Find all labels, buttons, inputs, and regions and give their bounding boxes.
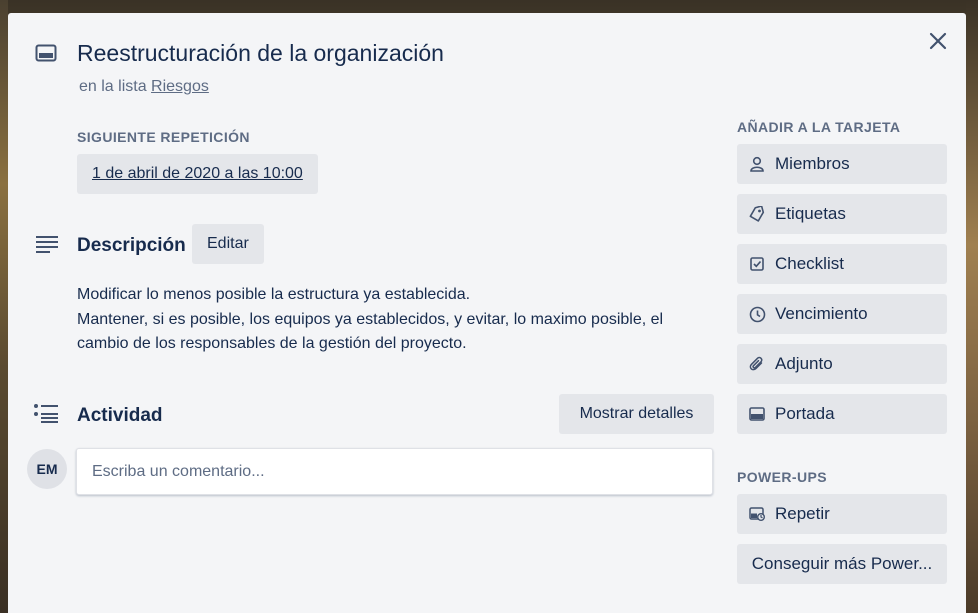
card-icon	[35, 44, 57, 62]
next-repeat-label: SIGUIENTE REPETICIÓN	[77, 129, 250, 145]
background-right	[966, 0, 978, 613]
person-icon	[737, 144, 777, 184]
description-line: Mantener, si es posible, los equipos ya …	[77, 310, 664, 328]
card-modal: Reestructuración de la organización en l…	[8, 13, 966, 613]
list-link[interactable]: Riesgos	[151, 78, 209, 95]
labels-button[interactable]: Etiquetas	[737, 194, 947, 234]
checkbox-icon	[737, 244, 777, 284]
cover-label: Portada	[775, 404, 835, 423]
members-label: Miembros	[775, 154, 850, 173]
labels-label: Etiquetas	[775, 204, 846, 223]
activity-title: Actividad	[77, 405, 163, 426]
tag-icon	[737, 194, 777, 234]
attachment-label: Adjunto	[775, 354, 833, 373]
description-line: cambio de los responsables de la gestión…	[77, 335, 467, 352]
checklist-button[interactable]: Checklist	[737, 244, 947, 284]
due-date-label: Vencimiento	[775, 304, 868, 323]
card-title[interactable]: Reestructuración de la organización	[77, 40, 444, 67]
activity-icon	[34, 404, 58, 423]
list-prefix: en la lista	[79, 78, 152, 95]
add-to-card-label: AÑADIR A LA TARJETA	[737, 119, 901, 135]
due-date-button[interactable]: Vencimiento	[737, 294, 947, 334]
attachment-button[interactable]: Adjunto	[737, 344, 947, 384]
close-icon	[929, 32, 947, 50]
repeat-button[interactable]: Repetir	[737, 494, 947, 534]
repeat-card-icon	[737, 494, 777, 534]
edit-description-button[interactable]: Editar	[192, 224, 264, 264]
repeat-label: Repetir	[775, 504, 830, 523]
comment-input[interactable]: Escriba un comentario...	[76, 448, 713, 495]
card-list-info: en la lista Riesgos	[79, 78, 209, 96]
close-button[interactable]	[922, 25, 954, 57]
cover-icon	[737, 394, 777, 434]
background-left	[0, 0, 8, 613]
powerups-label: POWER-UPS	[737, 469, 827, 485]
description-title: Descripción	[77, 235, 186, 256]
checklist-label: Checklist	[775, 254, 844, 273]
get-more-powerups-button[interactable]: Conseguir más Power...	[737, 544, 947, 584]
description-text[interactable]: Modificar lo menos posible la estructura…	[77, 283, 727, 357]
show-details-button[interactable]: Mostrar detalles	[559, 394, 714, 434]
clock-icon	[737, 294, 777, 334]
members-button[interactable]: Miembros	[737, 144, 947, 184]
cover-button[interactable]: Portada	[737, 394, 947, 434]
paperclip-icon	[737, 344, 777, 384]
avatar[interactable]: EM	[27, 449, 67, 489]
next-repeat-date-button[interactable]: 1 de abril de 2020 a las 10:00	[77, 154, 318, 194]
description-icon	[36, 236, 58, 253]
description-line: Modificar lo menos posible la estructura…	[77, 286, 471, 303]
